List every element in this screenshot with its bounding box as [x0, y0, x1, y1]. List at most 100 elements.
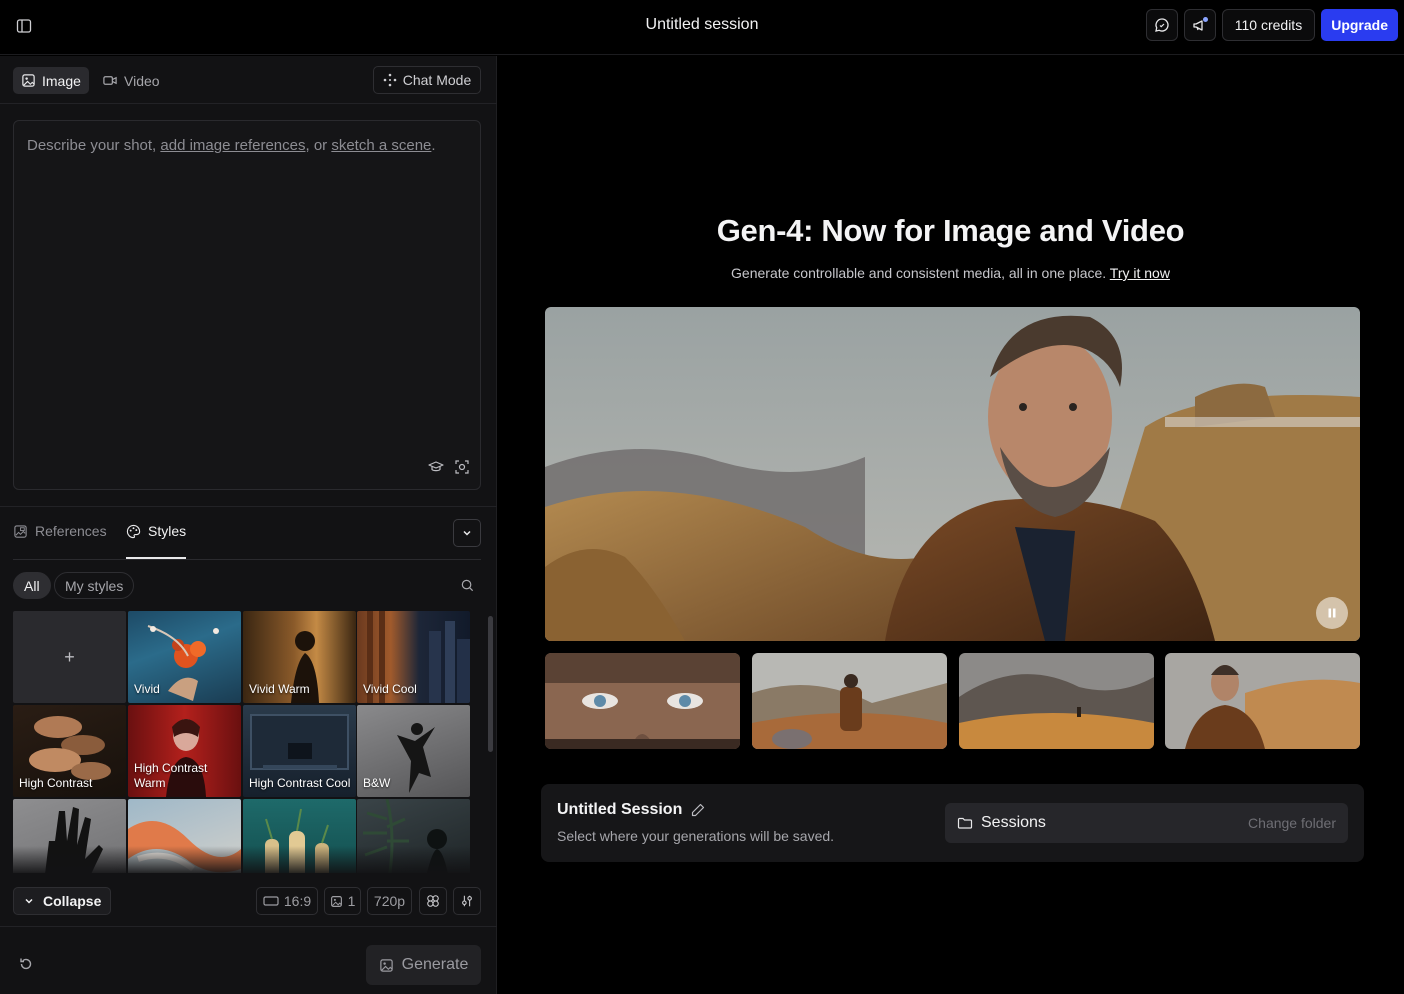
upgrade-button[interactable]: Upgrade	[1321, 9, 1398, 41]
reset-icon[interactable]	[18, 956, 34, 977]
folder-name: Sessions	[957, 814, 1046, 832]
pencil-icon[interactable]	[690, 802, 706, 818]
filter-my-styles[interactable]: My styles	[54, 572, 135, 599]
tab-image[interactable]: Image	[13, 67, 89, 94]
search-icon[interactable]	[460, 578, 475, 598]
settings-button[interactable]	[453, 887, 481, 915]
style-label: Vivid Warm	[249, 682, 310, 696]
style-tile-high-contrast-cool[interactable]: High Contrast Cool	[243, 705, 356, 797]
tab-references-label: References	[35, 523, 107, 539]
add-style-button[interactable]: +	[13, 611, 126, 703]
aspect-ratio-button[interactable]: 16:9	[256, 887, 318, 915]
generate-row: Generate	[0, 926, 497, 994]
try-it-now-link[interactable]: Try it now	[1110, 265, 1170, 281]
hero-video[interactable]	[545, 307, 1360, 641]
image-count-button[interactable]: 1	[324, 887, 361, 915]
style-tile-vivid-warm[interactable]: Vivid Warm	[243, 611, 356, 703]
style-tile-bw[interactable]: B&W	[357, 705, 470, 797]
sliders-icon	[462, 895, 472, 907]
folder-icon	[957, 817, 973, 829]
hero-subtitle: Generate controllable and consistent med…	[731, 265, 1170, 281]
tab-video[interactable]: Video	[94, 67, 168, 94]
hero-thumbnail-1[interactable]	[545, 653, 740, 749]
hero-title: Gen-4: Now for Image and Video	[716, 213, 1185, 248]
tab-image-label: Image	[42, 72, 81, 89]
tab-styles[interactable]: Styles	[126, 523, 186, 539]
session-card: Untitled Session Select where your gener…	[541, 784, 1364, 862]
chevron-down-icon	[463, 530, 471, 536]
style-label: B&W	[363, 776, 391, 790]
sketch-a-scene-link[interactable]: sketch a scene	[331, 137, 431, 154]
hero-thumbnail-2[interactable]	[752, 653, 947, 749]
session-name: Untitled Session	[557, 801, 706, 819]
style-tile-vivid-cool[interactable]: Vivid Cool	[357, 611, 470, 703]
prompt-input[interactable]: Describe your shot, add image references…	[13, 120, 481, 490]
chat-bubble-icon	[1154, 18, 1169, 32]
notification-dot	[1202, 17, 1208, 22]
aspect-ratio-value: 16:9	[283, 893, 312, 909]
folder-selector[interactable]: Sessions Change folder	[945, 803, 1348, 843]
prompt-tools	[428, 459, 470, 475]
chat-mode-button[interactable]: Chat Mode	[373, 66, 481, 94]
image-icon	[330, 895, 342, 907]
collapse-button[interactable]: Collapse	[13, 887, 112, 915]
generation-options: Collapse 16:9 1 720p	[13, 887, 481, 915]
session-subtitle: Select where your generations will be sa…	[557, 828, 835, 844]
hero-video-frame	[545, 307, 1360, 641]
palette-icon	[126, 524, 141, 538]
hero-thumbnail-4[interactable]	[1165, 653, 1360, 749]
add-image-references-link[interactable]: add image references	[160, 137, 305, 154]
atom-icon	[427, 895, 439, 907]
aspect-ratio-icon	[263, 896, 279, 906]
filter-all[interactable]: All	[13, 572, 51, 599]
style-tile-vivid[interactable]: Vivid	[128, 611, 241, 703]
style-tile-high-contrast[interactable]: High Contrast	[13, 705, 126, 797]
references-icon	[14, 524, 27, 538]
grid-fade	[13, 846, 471, 876]
panel-dropdown-button[interactable]	[453, 519, 481, 547]
generate-label: Generate	[401, 956, 469, 973]
scan-icon[interactable]	[454, 459, 470, 475]
change-folder-button[interactable]: Change folder	[1248, 815, 1336, 831]
style-label: Vivid Cool	[363, 682, 417, 696]
active-tab-indicator	[126, 557, 186, 559]
mode-tabs: Image Video Chat Mode	[0, 56, 497, 104]
chat-mode-label: Chat Mode	[402, 72, 472, 88]
image-count-value: 1	[347, 893, 356, 909]
video-icon	[103, 76, 117, 85]
tab-divider	[13, 559, 481, 560]
style-label: High Contrast Warm	[134, 761, 208, 790]
tab-styles-label: Styles	[148, 523, 187, 539]
left-panel: Image Video Chat Mode Describe your shot…	[0, 56, 497, 994]
session-name-label: Untitled Session	[557, 801, 683, 818]
style-filters: All My styles	[13, 572, 481, 600]
style-label: High Contrast	[19, 776, 93, 790]
tab-video-label: Video	[124, 72, 160, 89]
style-mix-button[interactable]	[419, 887, 447, 915]
hero-thumbnail-3[interactable]	[959, 653, 1154, 749]
resolution-button[interactable]: 720p	[367, 887, 412, 915]
styles-grid: + Vivid Vivid Warm Vivid Cool High Contr…	[13, 611, 471, 873]
reference-tabs: References Styles	[0, 506, 497, 560]
announcements-button[interactable]	[1183, 9, 1216, 41]
image-icon	[379, 958, 393, 972]
plus-icon: +	[64, 646, 75, 667]
feedback-button[interactable]	[1145, 9, 1178, 41]
chevron-down-icon	[25, 898, 33, 904]
pause-icon	[1328, 608, 1336, 618]
resolution-value: 720p	[373, 893, 406, 909]
style-tile-high-contrast-warm[interactable]: High Contrast Warm	[128, 705, 241, 797]
credits-button[interactable]: 110 credits	[1221, 9, 1316, 41]
generate-button[interactable]: Generate	[366, 945, 481, 985]
pause-button[interactable]	[1316, 597, 1348, 629]
style-label: Vivid	[134, 682, 160, 696]
top-actions: 110 credits Upgrade	[1145, 9, 1398, 41]
tab-references[interactable]: References	[13, 523, 107, 539]
collapse-label: Collapse	[43, 893, 102, 909]
folder-name-label: Sessions	[981, 814, 1046, 831]
graduation-cap-icon[interactable]	[428, 459, 444, 475]
sparkle-dots-icon	[383, 73, 397, 87]
style-label: High Contrast Cool	[249, 776, 351, 790]
prompt-placeholder: Describe your shot, add image references…	[27, 137, 436, 154]
styles-scrollbar[interactable]	[488, 616, 493, 752]
